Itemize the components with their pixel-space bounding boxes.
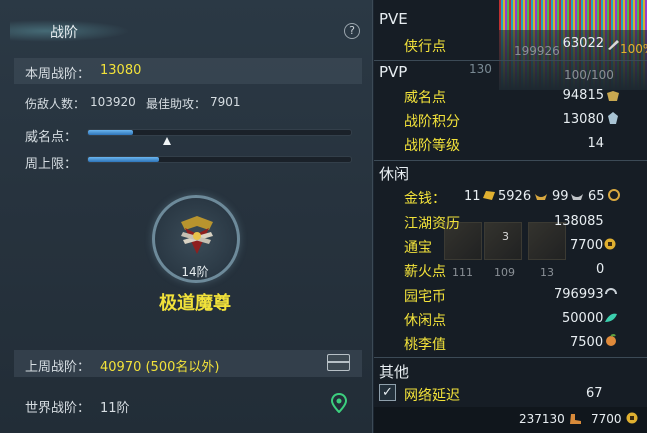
rank-name: 极道魔尊	[159, 293, 231, 314]
leisure-item-value: 50000	[562, 311, 604, 326]
rank-panel: 战阶 ? 本周战阶： 13080 伤敌人数： 103920 最佳助攻： 7901…	[0, 0, 373, 433]
money-coin-value: 65	[588, 189, 605, 204]
money-copper-value: 99	[552, 189, 569, 204]
peach-icon	[606, 334, 616, 346]
pvp-item-value: 94815	[562, 88, 604, 103]
leisure-item-label: 园宅币	[404, 289, 446, 305]
money-silver-value: 5926	[498, 189, 532, 204]
other-item-label: 网络延迟	[404, 388, 460, 404]
other-heading: 其他	[379, 363, 410, 381]
copper-ingot-icon	[571, 194, 583, 200]
prestige-icon	[607, 91, 619, 101]
panel-title: 战阶	[50, 25, 78, 41]
boot-icon	[570, 414, 581, 424]
pve-item-label: 侠行点	[404, 39, 446, 55]
overlay-number: 100%	[620, 42, 647, 56]
tongbao-coin-icon	[604, 238, 616, 250]
gold-ingot-icon	[483, 191, 495, 200]
footer-right-value: 7700	[591, 412, 622, 426]
money-gold-value: 11	[464, 189, 481, 204]
silver-ingot-icon	[535, 194, 547, 200]
tile-number: 109	[494, 266, 515, 279]
weekly-cap-bar	[87, 156, 352, 163]
panel-header: 战阶	[0, 12, 373, 48]
overlay-number: 199926	[514, 44, 560, 58]
pve-heading: PVE	[379, 10, 408, 28]
pvp-item-label: 战阶积分	[404, 114, 460, 130]
prestige-bar-fill	[88, 130, 133, 135]
leisure-item-label: 休闲点	[404, 313, 446, 329]
leisure-item-value: 138085	[554, 214, 604, 229]
tile-number: 111	[452, 266, 473, 279]
week-rank-label: 本周战阶：	[25, 67, 91, 82]
prestige-marker-icon	[162, 137, 171, 145]
pvp-item-value: 14	[587, 136, 604, 151]
latency-checkbox[interactable]: ✓	[379, 384, 396, 401]
pvp-item-label: 战阶等级	[404, 138, 460, 154]
leisure-item-value: 796993	[554, 287, 604, 302]
leisure-item-label: 薪火点	[404, 264, 446, 280]
kills-value: 103920	[90, 95, 136, 109]
rank-emblem-icon	[181, 216, 213, 254]
best-assist-value: 7901	[210, 95, 241, 109]
footer-left-value: 237130	[519, 412, 565, 426]
overlay-number: 130	[469, 62, 492, 76]
home-coin-icon	[605, 288, 617, 295]
other-item-value: 67	[586, 386, 603, 401]
prestige-label: 威名点：	[25, 130, 78, 145]
world-rank-label: 世界战阶：	[25, 401, 91, 416]
prestige-bar	[87, 129, 352, 136]
tile-number: 13	[540, 266, 554, 279]
leisure-item-value: 7500	[570, 335, 604, 350]
week-rank-value: 13080	[100, 63, 142, 78]
leisure-item-label: 江湖资历	[404, 216, 460, 232]
divider	[374, 60, 647, 61]
weekly-cap-bar-fill	[88, 157, 159, 162]
divider	[374, 160, 647, 161]
tile-number: 3	[502, 230, 509, 243]
leisure-heading: 休闲	[379, 165, 410, 183]
divider	[374, 357, 647, 358]
pvp-heading: PVP	[379, 63, 408, 81]
last-week-label: 上周战阶：	[25, 360, 91, 375]
kills-label: 伤敌人数：	[25, 97, 86, 111]
footer-coin-icon	[626, 412, 638, 424]
world-rank-value: 11阶	[100, 401, 130, 416]
last-week-value: 40970 (500名以外)	[100, 360, 220, 375]
leisure-item-value: 7700	[570, 238, 604, 253]
background-item-tiles: 3 111 109 13	[444, 222, 584, 282]
currency-panel: PVE 侠行点 199926 63022 100% PVP 130 100/10…	[374, 0, 647, 433]
rank-level: 14阶	[181, 265, 209, 279]
weekly-cap-label: 周上限：	[25, 157, 78, 172]
best-assist-label: 最佳助攻：	[146, 97, 207, 111]
help-icon[interactable]: ?	[344, 23, 360, 39]
leisure-item-label: 桃李值	[404, 337, 446, 353]
leisure-item-label: 通宝	[404, 240, 432, 256]
pve-item-value: 63022	[562, 36, 604, 51]
coin-icon	[608, 189, 620, 201]
overlay-number: 100/100	[564, 68, 614, 82]
pen-icon	[608, 40, 619, 50]
pvp-item-label: 威名点	[404, 90, 446, 106]
chest-icon[interactable]	[327, 354, 350, 371]
leisure-leaf-icon	[605, 313, 617, 322]
money-label: 金钱：	[404, 191, 446, 207]
footer-bar: 237130 7700	[374, 407, 647, 433]
leisure-item-value: 0	[596, 262, 605, 277]
rank-points-icon	[608, 112, 618, 124]
pvp-item-value: 13080	[562, 112, 604, 127]
map-pin-icon[interactable]	[331, 393, 347, 413]
